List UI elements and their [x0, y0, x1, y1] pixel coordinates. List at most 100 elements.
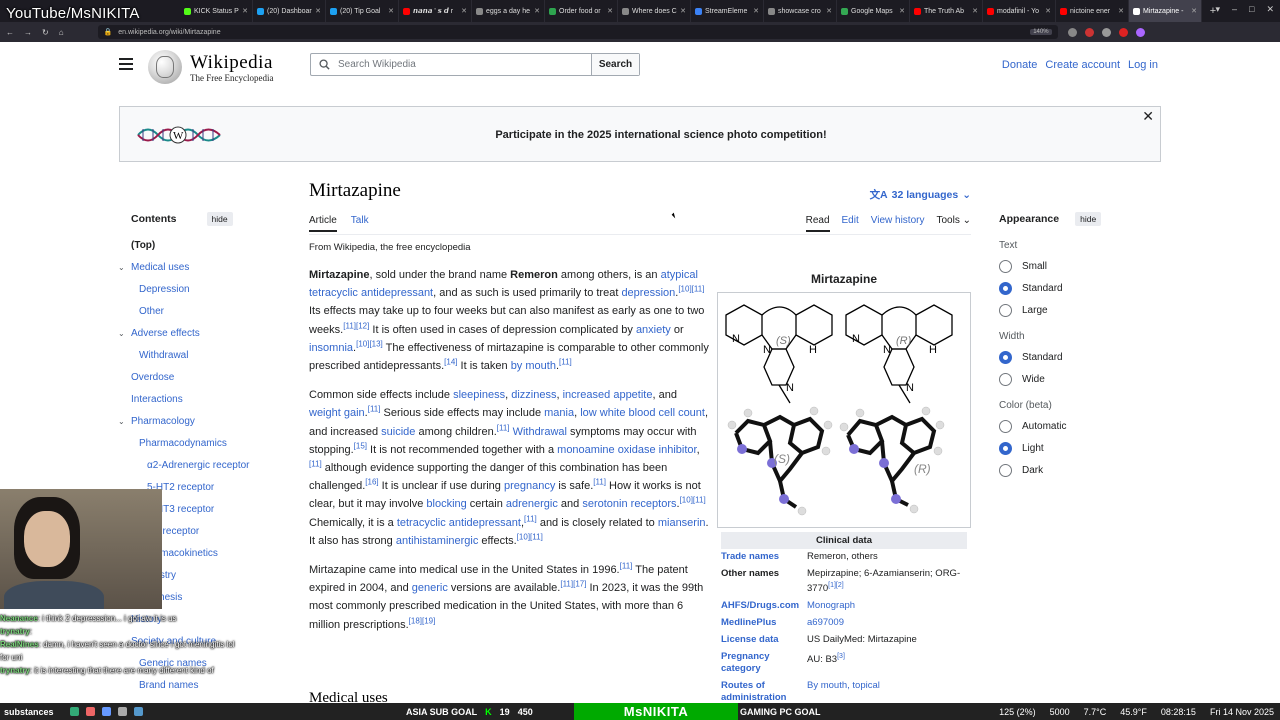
chevron-down-icon[interactable]: ⌄: [118, 261, 125, 275]
infobox-key[interactable]: License data: [721, 632, 807, 649]
search-input[interactable]: Search Wikipedia: [311, 54, 591, 75]
appearance-option[interactable]: Standard: [999, 282, 1159, 295]
toc-item[interactable]: Overdose: [131, 371, 291, 393]
radio-button[interactable]: [999, 351, 1012, 364]
browser-tab[interactable]: modafinil - Yo ✕: [983, 0, 1056, 22]
toc-item[interactable]: Interactions: [131, 393, 291, 415]
toc-item[interactable]: ⌄ Adverse effects: [118, 327, 291, 349]
toc-item[interactable]: Withdrawal: [131, 349, 291, 371]
infobox-value-text[interactable]: a697009: [807, 617, 844, 628]
close-tab-icon[interactable]: ✕: [242, 7, 248, 15]
infobox-key[interactable]: AHFS/Drugs.com: [721, 598, 807, 615]
create-account-link[interactable]: Create account: [1045, 59, 1120, 71]
appearance-option[interactable]: Large: [999, 304, 1159, 317]
app-icon[interactable]: [134, 707, 143, 716]
extension-icon[interactable]: [1118, 27, 1128, 37]
appearance-option[interactable]: Light: [999, 442, 1159, 455]
tools-menu[interactable]: Tools ⌄: [936, 215, 971, 232]
link[interactable]: adrenergic: [506, 498, 558, 510]
tab-edit[interactable]: Edit: [842, 215, 859, 232]
link[interactable]: dizziness: [511, 389, 556, 401]
browser-tab[interactable]: Where does C ✕: [618, 0, 691, 22]
close-window-icon[interactable]: ✕: [1266, 4, 1274, 15]
tab-read[interactable]: Read: [805, 215, 830, 232]
close-tab-icon[interactable]: ✕: [680, 7, 686, 15]
citation[interactable]: [3]: [837, 653, 845, 660]
close-icon[interactable]: ✕: [1142, 108, 1154, 125]
link[interactable]: monoamine oxidase inhibitor: [557, 444, 696, 456]
toc-item[interactable]: Brand names: [131, 679, 291, 701]
close-tab-icon[interactable]: ✕: [461, 7, 467, 15]
main-menu-icon[interactable]: [119, 58, 133, 70]
appearance-option[interactable]: Small: [999, 260, 1159, 273]
infobox-key[interactable]: Trade names: [721, 549, 807, 566]
radio-button[interactable]: [999, 282, 1012, 295]
infobox-value-text[interactable]: By mouth, topical: [807, 680, 880, 691]
appearance-hide-button[interactable]: hide: [1075, 212, 1102, 226]
toc-item[interactable]: ⌄ Pharmacology: [118, 415, 291, 437]
toc-item[interactable]: ⌄ Medical uses: [118, 261, 291, 283]
close-tab-icon[interactable]: ✕: [1191, 7, 1197, 15]
link[interactable]: sleepiness: [453, 389, 505, 401]
address-bar[interactable]: 🔒 en.wikipedia.org/wiki/Mirtazapine 140%: [97, 25, 1058, 39]
infobox-value-text[interactable]: Monograph: [807, 600, 855, 611]
banner-message[interactable]: Participate in the 2025 international sc…: [120, 129, 1160, 141]
link[interactable]: antihistaminergic: [396, 535, 479, 547]
infobox-value[interactable]: Monograph: [807, 598, 971, 615]
browser-tab[interactable]: (20) Dashboar ✕: [253, 0, 326, 22]
browser-tab[interactable]: showcase cro ✕: [764, 0, 837, 22]
appearance-option[interactable]: Dark: [999, 464, 1159, 477]
extension-icon[interactable]: [1101, 27, 1111, 37]
browser-tab[interactable]: Mirtazapine - ✕: [1129, 0, 1202, 22]
link[interactable]: Withdrawal: [513, 426, 567, 438]
toc-hide-button[interactable]: hide: [206, 212, 233, 226]
chevron-down-icon[interactable]: ⌄: [118, 415, 125, 429]
close-tab-icon[interactable]: ✕: [972, 7, 978, 15]
link[interactable]: mianserin: [658, 517, 706, 529]
link[interactable]: serotonin receptors: [582, 498, 676, 510]
donate-link[interactable]: Donate: [1002, 59, 1037, 71]
close-tab-icon[interactable]: ✕: [753, 7, 759, 15]
extension-icon[interactable]: [1067, 27, 1077, 37]
appearance-option[interactable]: Standard: [999, 351, 1159, 364]
toc-item[interactable]: Other: [131, 305, 291, 327]
close-tab-icon[interactable]: ✕: [388, 7, 394, 15]
link[interactable]: insomnia: [309, 342, 353, 354]
reload-icon[interactable]: ↻: [42, 28, 49, 37]
close-tab-icon[interactable]: ✕: [826, 7, 832, 15]
search-button[interactable]: Search: [591, 54, 639, 75]
radio-button[interactable]: [999, 373, 1012, 386]
login-link[interactable]: Log in: [1128, 59, 1158, 71]
close-tab-icon[interactable]: ✕: [534, 7, 540, 15]
link[interactable]: anxiety: [636, 324, 671, 336]
zoom-indicator[interactable]: 140%: [1030, 29, 1052, 35]
browser-tab[interactable]: Google Maps ✕: [837, 0, 910, 22]
radio-button[interactable]: [999, 442, 1012, 455]
link[interactable]: generic: [412, 582, 448, 594]
browser-tab[interactable]: 𝙣𝙖𝙣𝙖 ' 𝙨 𝙙 r ✕: [399, 0, 472, 22]
url-text[interactable]: en.wikipedia.org/wiki/Mirtazapine: [118, 29, 220, 36]
citation[interactable]: [1][2]: [828, 582, 844, 589]
link[interactable]: pregnancy: [504, 480, 555, 492]
close-tab-icon[interactable]: ✕: [1045, 7, 1051, 15]
tab-article[interactable]: Article: [309, 215, 337, 232]
chevron-down-icon[interactable]: ⌄: [118, 327, 125, 341]
link[interactable]: mania: [544, 407, 574, 419]
browser-tab[interactable]: (20) Tip Goal ✕: [326, 0, 399, 22]
home-icon[interactable]: ⌂: [59, 28, 64, 37]
link[interactable]: low white blood cell count: [580, 407, 705, 419]
infobox-value[interactable]: a697009: [807, 615, 971, 632]
window-controls[interactable]: ▾ – □ ✕: [1215, 4, 1274, 15]
browser-tab[interactable]: eggs a day he ✕: [472, 0, 545, 22]
forward-icon[interactable]: →: [24, 28, 32, 37]
app-icon[interactable]: [102, 707, 111, 716]
app-icon[interactable]: [118, 707, 127, 716]
browser-tab[interactable]: StreamEleme ✕: [691, 0, 764, 22]
app-icon[interactable]: [70, 707, 79, 716]
link[interactable]: blocking: [426, 498, 466, 510]
app-icon[interactable]: [86, 707, 95, 716]
toc-item[interactable]: Pharmacodynamics: [131, 437, 291, 459]
radio-button[interactable]: [999, 260, 1012, 273]
taskbar-start-label[interactable]: substances: [0, 707, 70, 717]
close-tab-icon[interactable]: ✕: [315, 7, 321, 15]
